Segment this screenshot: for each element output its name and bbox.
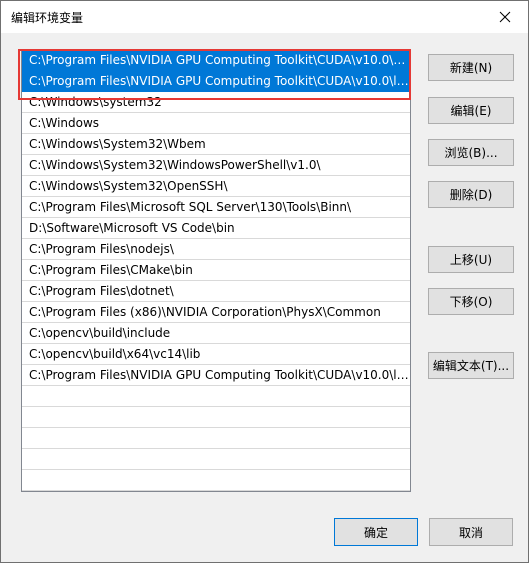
cancel-button[interactable]: 取消	[429, 518, 513, 546]
empty-list-row[interactable]	[22, 428, 410, 449]
path-list-item[interactable]: C:\Windows\System32\OpenSSH\	[22, 176, 410, 197]
path-list-item[interactable]: C:\Windows	[22, 113, 410, 134]
browse-button[interactable]: 浏览(B)...	[428, 139, 514, 166]
empty-list-row[interactable]	[22, 407, 410, 428]
new-button[interactable]: 新建(N)	[428, 54, 514, 81]
move-down-button[interactable]: 下移(O)	[428, 288, 514, 315]
path-list-item[interactable]: C:\opencv\build\include	[22, 323, 410, 344]
ok-button[interactable]: 确定	[334, 518, 418, 546]
empty-list-row[interactable]	[22, 470, 410, 491]
edit-text-button[interactable]: 编辑文本(T)...	[428, 352, 514, 379]
path-list-item[interactable]: C:\Windows\System32\WindowsPowerShell\v1…	[22, 155, 410, 176]
empty-list-row[interactable]	[22, 449, 410, 470]
close-icon	[499, 11, 511, 23]
window-title: 编辑环境变量	[11, 11, 84, 25]
edit-env-variable-dialog: 编辑环境变量 C:\Program Files\NVIDIA GPU Compu…	[0, 0, 529, 563]
path-list-item[interactable]: C:\Program Files\dotnet\	[22, 281, 410, 302]
path-list-item[interactable]: C:\Program Files\CMake\bin	[22, 260, 410, 281]
path-list-item[interactable]: C:\Program Files (x86)\NVIDIA Corporatio…	[22, 302, 410, 323]
title-bar: 编辑环境变量	[1, 1, 528, 33]
path-list-item[interactable]: C:\Program Files\nodejs\	[22, 239, 410, 260]
path-list-item[interactable]: C:\Windows\system32	[22, 92, 410, 113]
path-list-item[interactable]: C:\Program Files\Microsoft SQL Server\13…	[22, 197, 410, 218]
path-list-item[interactable]: C:\Windows\System32\Wbem	[22, 134, 410, 155]
path-list-item[interactable]: C:\opencv\build\x64\vc14\lib	[22, 344, 410, 365]
close-button[interactable]	[492, 4, 518, 30]
path-list-item[interactable]: C:\Program Files\NVIDIA GPU Computing To…	[22, 365, 410, 386]
delete-button[interactable]: 删除(D)	[428, 181, 514, 208]
path-list[interactable]: C:\Program Files\NVIDIA GPU Computing To…	[21, 49, 411, 492]
path-list-item[interactable]: D:\Software\Microsoft VS Code\bin	[22, 218, 410, 239]
edit-button[interactable]: 编辑(E)	[428, 97, 514, 124]
move-up-button[interactable]: 上移(U)	[428, 246, 514, 273]
path-list-item[interactable]: C:\Program Files\NVIDIA GPU Computing To…	[22, 50, 410, 71]
path-list-item[interactable]: C:\Program Files\NVIDIA GPU Computing To…	[22, 71, 410, 92]
empty-list-row[interactable]	[22, 386, 410, 407]
